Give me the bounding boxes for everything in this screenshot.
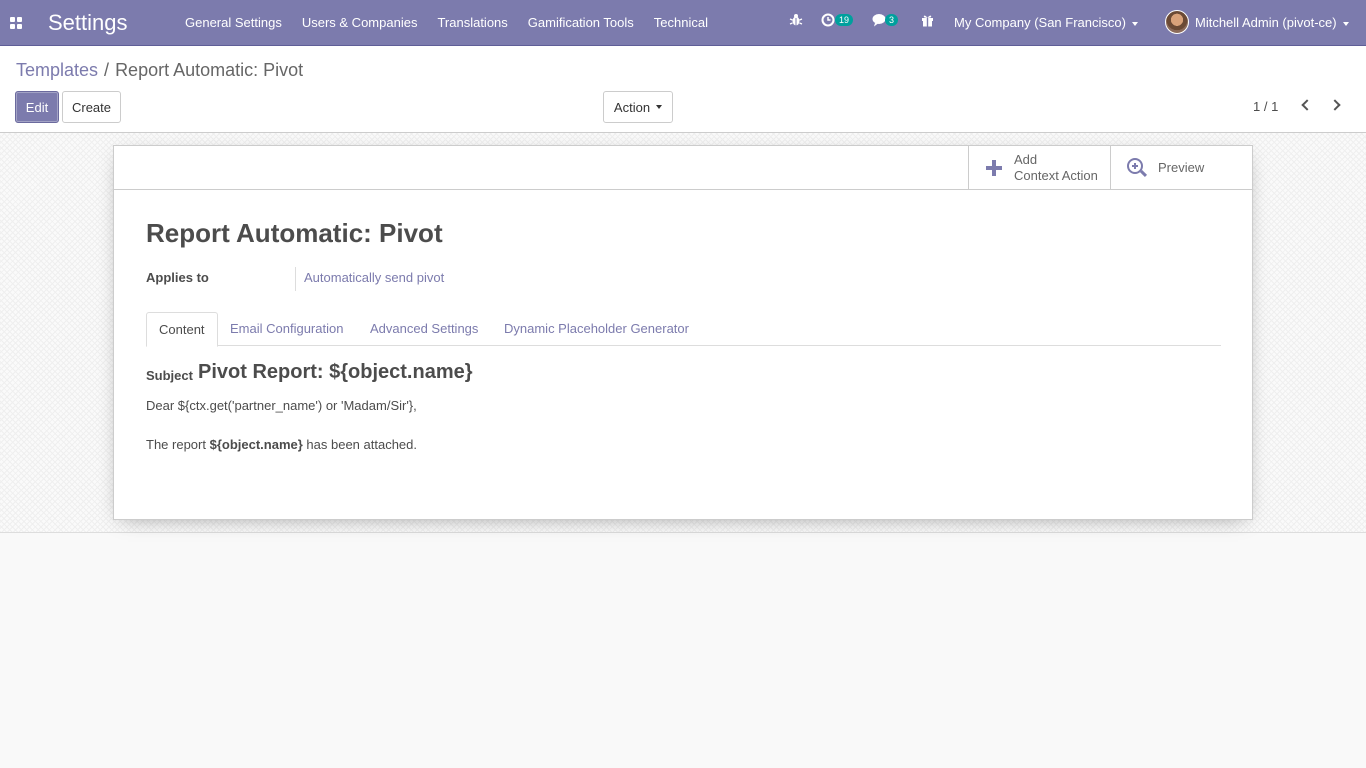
caret-down-icon — [1131, 21, 1138, 26]
activity-clock-icon[interactable] — [821, 13, 835, 30]
company-switcher[interactable]: My Company (San Francisco) — [954, 15, 1138, 30]
form-sheet: Add Context Action Preview Report Automa… — [113, 145, 1253, 520]
preview-button[interactable]: Preview — [1110, 146, 1252, 189]
pager-previous-icon[interactable] — [1298, 96, 1316, 114]
plus-icon — [986, 159, 1002, 176]
breadcrumb-current: Report Automatic: Pivot — [115, 60, 304, 80]
tab-content[interactable]: Content — [146, 312, 218, 347]
menu-translations[interactable]: Translations — [427, 15, 517, 30]
debug-bug-icon[interactable] — [789, 13, 803, 30]
menu-users-companies[interactable]: Users & Companies — [292, 15, 428, 30]
app-title[interactable]: Settings — [48, 10, 128, 36]
create-button[interactable]: Create — [62, 91, 121, 123]
applies-to-link[interactable]: Automatically send pivot — [304, 270, 444, 285]
messages-count-badge: 3 — [885, 14, 899, 26]
subject-value: Pivot Report: ${object.name} — [198, 361, 473, 383]
breadcrumb-templates-link[interactable]: Templates — [16, 60, 98, 80]
body-report-line: The report ${object.name} has been attac… — [146, 437, 417, 452]
button-box: Add Context Action Preview — [114, 146, 1252, 190]
menu-gamification-tools[interactable]: Gamification Tools — [518, 15, 644, 30]
notebook-tabs: Content Email Configuration Advanced Set… — [146, 312, 1221, 347]
top-navbar: Settings General Settings Users & Compan… — [0, 0, 1366, 46]
breadcrumb-separator: / — [104, 60, 110, 80]
menu-technical[interactable]: Technical — [644, 15, 718, 30]
pager-next-icon[interactable] — [1326, 96, 1344, 114]
add-context-action-line1: Add — [1014, 151, 1038, 167]
body-prefix: The report — [146, 437, 210, 452]
action-dropdown-button[interactable]: Action — [603, 91, 673, 123]
add-context-action-button[interactable]: Add Context Action — [968, 146, 1110, 189]
zoom-in-icon — [1127, 157, 1148, 178]
menu-general-settings[interactable]: General Settings — [175, 15, 292, 30]
add-context-action-line2: Context Action — [1014, 167, 1098, 183]
activity-count-badge: 19 — [835, 14, 854, 26]
record-title: Report Automatic: Pivot — [146, 218, 443, 248]
pager-value[interactable]: 1 / 1 — [1253, 99, 1278, 114]
body-object-name: ${object.name} — [209, 437, 303, 452]
main-menu: General Settings Users & Companies Trans… — [175, 15, 718, 30]
applies-to-label: Applies to — [146, 270, 209, 285]
body-greeting: Dear ${ctx.get('partner_name') or 'Madam… — [146, 398, 417, 413]
edit-button[interactable]: Edit — [15, 91, 59, 123]
gift-icon[interactable] — [921, 13, 934, 30]
company-name: My Company (San Francisco) — [954, 15, 1126, 30]
subject-label: Subject — [146, 368, 193, 383]
tab-dynamic-placeholder-generator[interactable]: Dynamic Placeholder Generator — [492, 312, 701, 346]
user-menu[interactable]: Mitchell Admin (pivot-ce) — [1195, 15, 1349, 30]
user-avatar[interactable] — [1165, 10, 1189, 34]
body-suffix: has been attached. — [302, 437, 417, 452]
action-label: Action — [613, 99, 651, 115]
tab-advanced-settings[interactable]: Advanced Settings — [358, 312, 490, 346]
user-name: Mitchell Admin (pivot-ce) — [1195, 15, 1337, 30]
add-context-action-label: Add Context Action — [1014, 152, 1098, 184]
control-panel: Templates / Report Automatic: Pivot Edit C… — [0, 46, 1366, 133]
apps-menu-icon[interactable] — [10, 17, 22, 29]
preview-label: Preview — [1158, 159, 1205, 175]
breadcrumb: Templates / Report Automatic: Pivot — [16, 60, 303, 81]
field-divider — [295, 267, 296, 291]
caret-down-icon — [1342, 21, 1349, 26]
tab-email-configuration[interactable]: Email Configuration — [218, 312, 355, 346]
caret-down-icon — [656, 105, 663, 109]
